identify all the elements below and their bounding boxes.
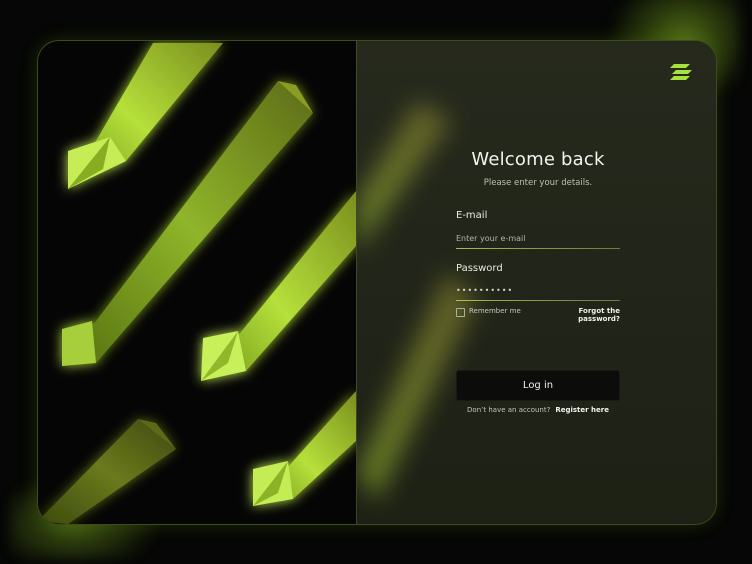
login-button[interactable]: Log in <box>456 370 620 401</box>
crystal-5 <box>253 391 356 506</box>
brand-logo-icon <box>670 64 692 80</box>
register-link[interactable]: Register here <box>555 406 609 414</box>
crystal-illustration <box>38 43 356 524</box>
register-row: Don’t have an account? Register here <box>456 406 620 414</box>
password-label: Password <box>456 263 503 274</box>
crystal-4 <box>38 419 176 524</box>
login-title: Welcome back <box>471 149 605 170</box>
login-subtitle: Please enter your details. <box>483 178 593 188</box>
crystal-3 <box>201 191 356 381</box>
remember-label: Remember me <box>469 307 521 315</box>
login-card: Welcome back Please enter your details. … <box>37 40 717 525</box>
email-underline <box>456 248 620 249</box>
crystal-1 <box>68 43 223 189</box>
password-input[interactable]: •••••••••• <box>456 282 620 300</box>
forgot-password-link[interactable]: Forgot the password? <box>538 307 620 323</box>
register-prompt: Don’t have an account? <box>467 406 551 414</box>
password-underline <box>456 300 620 301</box>
crystal-artwork <box>38 41 356 524</box>
remember-checkbox[interactable] <box>456 308 465 317</box>
email-label: E-mail <box>456 210 488 221</box>
email-input[interactable] <box>456 229 620 247</box>
